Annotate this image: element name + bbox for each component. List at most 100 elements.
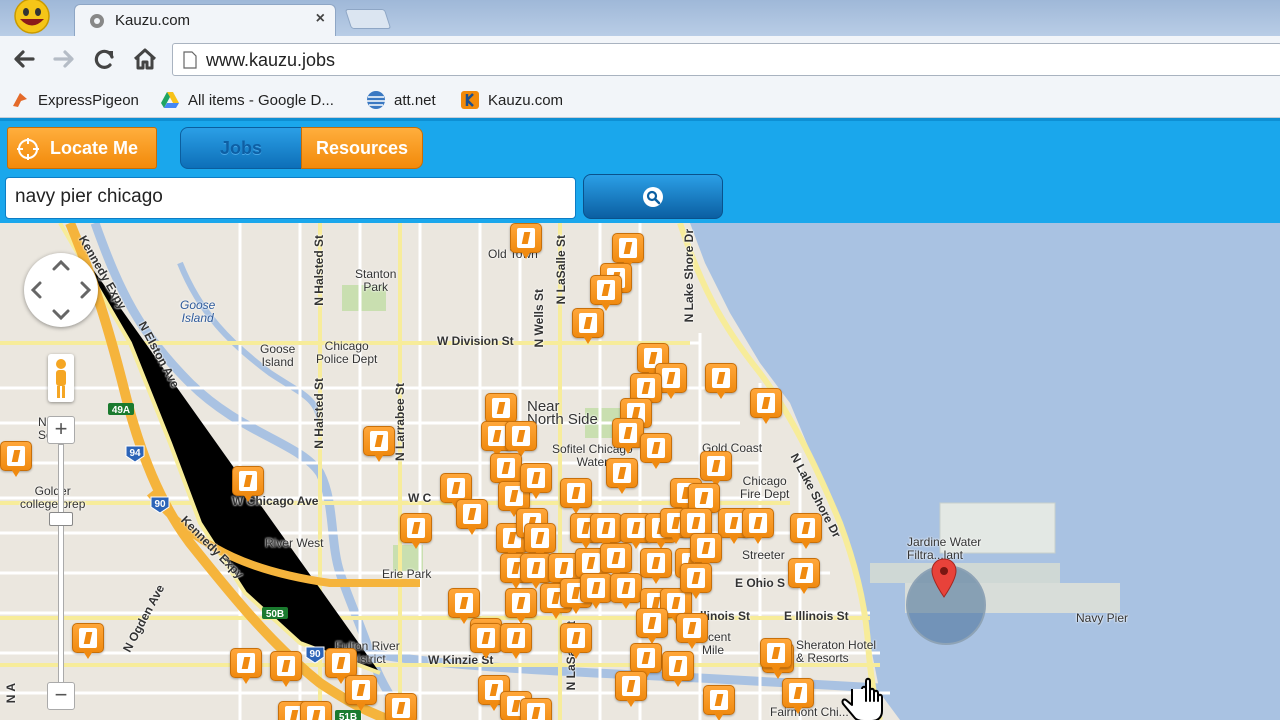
- zoom-slider-knob[interactable]: [49, 512, 73, 526]
- bookmark-kauzu[interactable]: Kauzu.com: [460, 88, 563, 112]
- search-icon: [643, 187, 663, 207]
- job-pin-icon[interactable]: [520, 698, 552, 720]
- job-pin-icon[interactable]: [270, 651, 302, 689]
- shield-94: 94: [129, 448, 141, 459]
- bookmark-label: ExpressPigeon: [38, 91, 139, 109]
- label-streeterville: Streeter: [742, 548, 785, 562]
- browser-tab-active[interactable]: Kauzu.com ×: [74, 4, 336, 36]
- job-pin-icon[interactable]: [742, 508, 774, 546]
- job-pin-icon[interactable]: [788, 558, 820, 596]
- forward-arrow-icon[interactable]: [49, 44, 79, 74]
- street-n-halsted-2: N Halsted St: [312, 378, 326, 449]
- map-pan-control[interactable]: [24, 253, 98, 327]
- job-pin-icon[interactable]: [640, 548, 672, 586]
- label-near-north-side: Near North Side: [527, 398, 598, 428]
- job-pin-icon[interactable]: [610, 573, 642, 611]
- bookmark-label: att.net: [394, 91, 436, 109]
- job-pin-icon[interactable]: [385, 693, 417, 720]
- job-pin-icon[interactable]: [560, 623, 592, 661]
- new-tab-button[interactable]: [344, 9, 392, 29]
- job-pin-icon[interactable]: [0, 441, 32, 479]
- shield-51b: 51B: [339, 712, 357, 720]
- back-arrow-icon[interactable]: [9, 44, 39, 74]
- zoom-out-button[interactable]: −: [47, 682, 75, 710]
- label-stanton-park: Stanton Park: [355, 267, 397, 294]
- locate-me-button[interactable]: Locate Me: [7, 127, 157, 169]
- bookmark-label: All items - Google D...: [188, 91, 334, 109]
- job-pin-icon[interactable]: [400, 513, 432, 551]
- job-pin-icon[interactable]: [572, 308, 604, 346]
- shield-90-b: 90: [309, 649, 321, 660]
- label-river-west: River West: [265, 536, 324, 550]
- crosshair-icon: [17, 138, 39, 160]
- label-goose-island-2: Goose Island: [260, 342, 296, 369]
- bookmark-expresspigeon[interactable]: ExpressPigeon: [10, 88, 139, 112]
- search-button[interactable]: [583, 174, 723, 219]
- att-globe-icon: [367, 91, 385, 109]
- job-pin-icon[interactable]: [662, 651, 694, 689]
- browser-tabstrip: Kauzu.com ×: [0, 0, 1280, 36]
- job-pin-icon[interactable]: [456, 499, 488, 537]
- zoom-in-button[interactable]: +: [47, 416, 75, 444]
- street-e-illinois: E Illinois St: [784, 609, 849, 623]
- address-bar[interactable]: www.kauzu.jobs: [172, 43, 1280, 76]
- street-n-wells: N Wells St: [532, 289, 546, 348]
- job-pin-icon[interactable]: [363, 426, 395, 464]
- job-pin-icon[interactable]: [680, 563, 712, 601]
- street-w-division: W Division St: [437, 334, 514, 348]
- google-drive-icon: [161, 92, 179, 108]
- bookmark-label: Kauzu.com: [488, 91, 564, 109]
- label-chicago-police: Chicago Police Dept: [316, 339, 378, 366]
- street-n-halsted-1: N Halsted St: [312, 235, 326, 306]
- job-pin-icon[interactable]: [606, 458, 638, 496]
- label-navy-pier: Navy Pier: [1076, 611, 1129, 625]
- location-search-input[interactable]: navy pier chicago: [5, 177, 576, 219]
- home-icon[interactable]: [130, 44, 160, 74]
- shield-50b: 50B: [266, 609, 284, 620]
- job-pin-icon[interactable]: [505, 588, 537, 626]
- pigeon-icon: [13, 93, 27, 107]
- street-n-lasalle-1: N LaSalle St: [554, 235, 568, 305]
- locate-me-label: Locate Me: [50, 138, 139, 158]
- job-pin-icon[interactable]: [790, 513, 822, 551]
- job-pin-icon[interactable]: [750, 388, 782, 426]
- tab-title: Kauzu.com: [115, 12, 191, 29]
- tab-jobs[interactable]: Jobs: [180, 127, 302, 169]
- job-pin-icon[interactable]: [230, 648, 262, 686]
- job-pin-icon[interactable]: [676, 613, 708, 651]
- bookmark-att[interactable]: att.net: [366, 88, 436, 112]
- job-pin-icon[interactable]: [615, 671, 647, 709]
- job-pin-icon[interactable]: [470, 623, 502, 661]
- job-pin-icon[interactable]: [500, 623, 532, 661]
- job-pin-icon[interactable]: [232, 466, 264, 504]
- job-pin-icon[interactable]: [705, 363, 737, 401]
- red-location-marker-icon[interactable]: [931, 558, 957, 598]
- job-pin-icon[interactable]: [760, 638, 792, 676]
- label-sheraton: Sheraton Hotel & Resorts: [796, 638, 877, 665]
- pan-arrows-icon: [30, 259, 92, 321]
- street-n-lake-shore-1: N Lake Shore Dr: [682, 229, 696, 323]
- zoom-slider-track[interactable]: [58, 444, 64, 684]
- job-pin-icon[interactable]: [510, 223, 542, 261]
- job-pin-icon[interactable]: [636, 608, 668, 646]
- job-pin-icon[interactable]: [580, 573, 612, 611]
- shield-49a: 49A: [112, 405, 130, 416]
- bookmark-google-drive[interactable]: All items - Google D...: [160, 88, 334, 112]
- job-pin-icon[interactable]: [640, 433, 672, 471]
- tab-resources[interactable]: Resources: [301, 127, 423, 169]
- job-pin-icon[interactable]: [72, 623, 104, 661]
- street-n-a: N A: [4, 683, 18, 704]
- map-view[interactable]: 94 90 49A 50B 90 51B Old Town Stanton Pa…: [0, 223, 1280, 720]
- job-pin-icon[interactable]: [703, 685, 735, 720]
- job-pin-icon[interactable]: [782, 678, 814, 716]
- job-pin-icon[interactable]: [300, 701, 332, 720]
- tab-close-icon[interactable]: ×: [316, 10, 325, 28]
- job-pin-icon[interactable]: [560, 478, 592, 516]
- reload-icon[interactable]: [89, 44, 119, 74]
- job-pin-icon[interactable]: [520, 463, 552, 501]
- kauzu-icon: [461, 91, 479, 109]
- smiley-avatar-icon[interactable]: [6, 0, 50, 36]
- pegman-icon: [56, 359, 66, 398]
- street-view-pegman[interactable]: [48, 354, 74, 402]
- job-pin-icon[interactable]: [345, 675, 377, 713]
